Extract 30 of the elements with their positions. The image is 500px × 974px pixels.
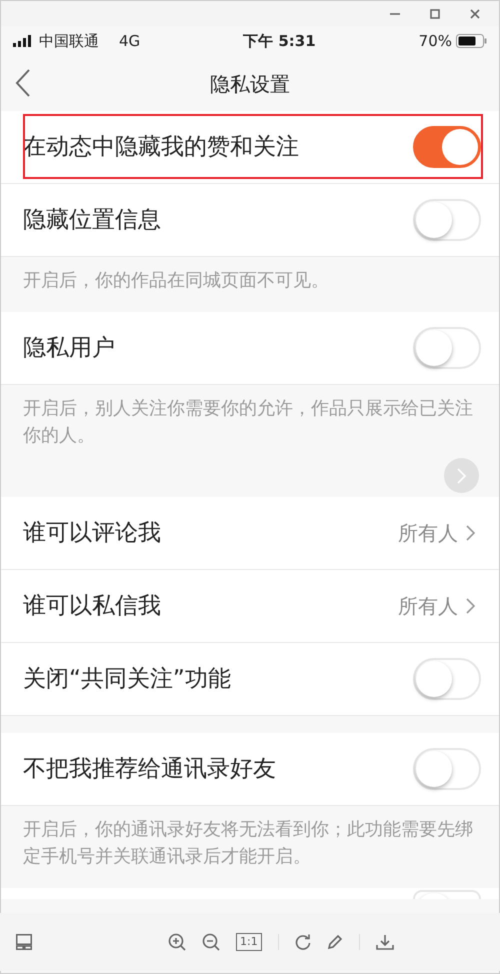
setting-note: 开启后，你的作品在同城页面不可见。 [23,269,330,293]
network-type: 4G [119,30,140,52]
layout-icon[interactable] [16,934,32,950]
setting-label: 隐私用户 [23,334,115,363]
setting-label: 谁可以私信我 [23,592,161,621]
chevron-icon [466,598,475,614]
setting-label: 在动态中隐藏我的赞和关注 [23,132,299,162]
zoom-in-icon[interactable] [168,933,186,951]
setting-label: 关闭“共同关注”功能 [23,664,231,694]
setting-label: 隐藏位置信息 [23,206,161,235]
actual-size-button[interactable]: 1:1 [236,933,262,951]
carrier-name: 中国联通 [39,30,99,52]
rotate-icon[interactable] [294,934,311,950]
download-icon[interactable] [376,934,394,950]
toggle-switch[interactable] [413,126,481,168]
setting-note: 开启后，别人关注你需要你的允许，作品只展示给已关注你的人。 [23,397,474,448]
battery-icon [456,34,487,48]
status-time: 下午 5:31 [243,32,316,50]
setting-label: 谁可以评论我 [23,518,161,548]
chevron-icon [457,468,466,484]
battery-percent: 70% [418,30,452,52]
back-button[interactable] [15,68,31,98]
setting-value[interactable]: 所有人 [392,590,481,622]
pencil-icon[interactable] [326,934,343,950]
setting-label: 不把我推荐给通讯录好友 [23,754,276,784]
setting-note: 开启后，你的通讯录好友将无法看到你；此功能需要先绑定手机号并关联通讯录后才能开启。 [23,818,474,869]
setting-value[interactable]: 所有人 [392,517,481,549]
chevron-icon [466,525,475,541]
page-title: 隐私设置 [210,70,290,98]
zoom-out-icon[interactable] [202,933,220,951]
